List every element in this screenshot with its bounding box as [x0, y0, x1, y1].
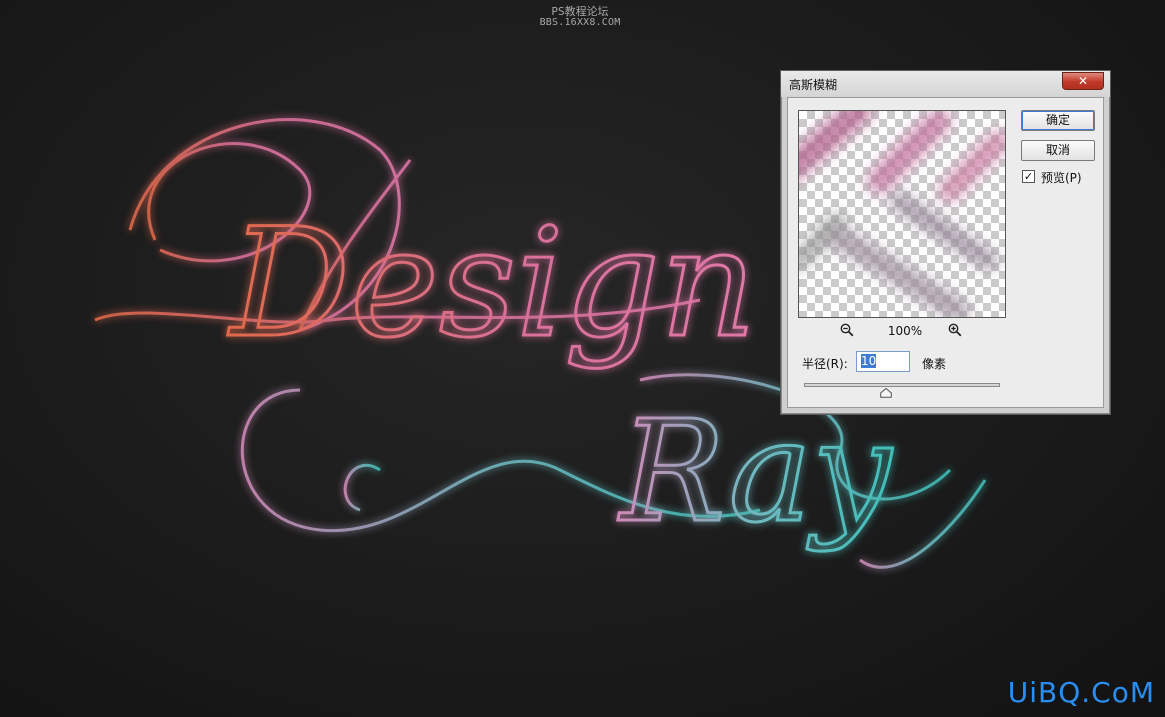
dialog-titlebar[interactable]: 高斯模糊 ✕	[781, 71, 1110, 97]
zoom-in-icon[interactable]	[948, 323, 962, 337]
artwork-text-ray: Ray	[617, 391, 893, 554]
artwork-text-design: Design	[227, 197, 757, 371]
ok-button[interactable]: 确定	[1021, 110, 1095, 131]
radius-unit-label: 像素	[922, 357, 947, 371]
close-icon: ✕	[1077, 74, 1089, 88]
dialog-body: 确定 取消 ✓ 预览(P) 100% 半径(R): 10 像素	[787, 97, 1104, 408]
cancel-button-label: 取消	[1045, 143, 1070, 157]
ok-button-label: 确定	[1045, 113, 1070, 127]
preview-image	[799, 111, 1005, 317]
gaussian-blur-dialog: 高斯模糊 ✕ 确定 取消 ✓ 预览(P) 100% 半径(R): 10 像素	[780, 70, 1111, 415]
site-watermark: UiBQ.CoM	[1007, 676, 1155, 709]
zoom-level: 100%	[887, 324, 923, 338]
close-button[interactable]: ✕	[1062, 72, 1104, 90]
radius-slider-track[interactable]	[804, 383, 1000, 387]
dialog-title: 高斯模糊	[789, 78, 838, 92]
preview-checkbox[interactable]: ✓	[1022, 170, 1035, 183]
radius-slider-thumb[interactable]	[880, 388, 893, 398]
radius-label: 半径(R):	[802, 357, 848, 371]
checkmark-icon: ✓	[1023, 170, 1034, 183]
blur-preview[interactable]	[798, 110, 1006, 318]
radius-value: 10	[861, 354, 877, 368]
preview-checkbox-label: 预览(P)	[1041, 171, 1082, 185]
cancel-button[interactable]: 取消	[1021, 140, 1095, 161]
zoom-out-icon[interactable]	[840, 323, 854, 337]
radius-input[interactable]: 10	[856, 351, 910, 372]
